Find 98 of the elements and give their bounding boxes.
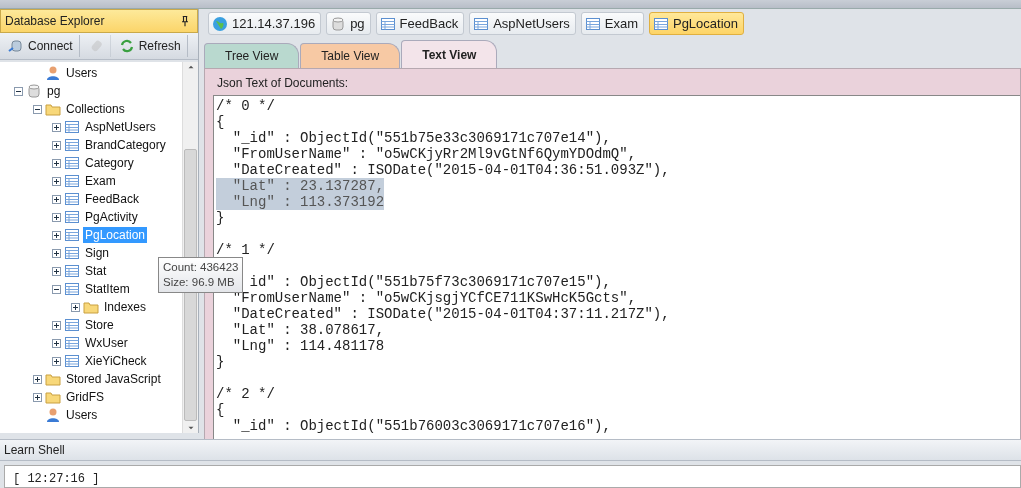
panel-label: Json Text of Documents: xyxy=(216,75,350,92)
tree-item[interactable]: pg xyxy=(45,83,63,99)
tree-item[interactable]: Users xyxy=(64,407,100,423)
folder-icon xyxy=(83,299,99,315)
expand-icon[interactable] xyxy=(52,194,61,204)
database-icon xyxy=(26,83,42,99)
expand-icon[interactable] xyxy=(33,392,42,402)
breadcrumb-button[interactable]: Exam xyxy=(580,12,644,35)
expand-icon[interactable] xyxy=(52,338,61,348)
tree-item[interactable]: Category xyxy=(83,155,136,171)
expand-icon[interactable] xyxy=(52,176,61,186)
expand-icon[interactable] xyxy=(52,320,61,330)
view-tab[interactable]: Text View xyxy=(401,40,498,68)
tree-item[interactable]: Stored JavaScript xyxy=(64,371,163,387)
code-line: /* 0 */ xyxy=(216,98,275,114)
code-line: /* 2 */ xyxy=(216,386,275,402)
expand-icon[interactable] xyxy=(52,212,61,222)
table-icon xyxy=(473,15,490,32)
table-icon xyxy=(64,353,80,369)
code-line: "Lng" : 114.481178 xyxy=(231,338,385,354)
tree-item[interactable]: WxUser xyxy=(83,335,130,351)
code-line: } xyxy=(216,210,225,226)
code-line: "Lat" : 38.078617, xyxy=(231,322,385,338)
code-line: "FromUserName" : "o5wCKjsgjYCfCE711KSwHcK5Gcts", xyxy=(231,290,637,306)
breadcrumb-button[interactable]: pg xyxy=(326,12,371,35)
expand-icon[interactable] xyxy=(52,122,61,132)
folder-icon xyxy=(45,371,61,387)
tree-item[interactable]: FeedBack xyxy=(83,191,142,207)
expand-icon[interactable] xyxy=(52,158,61,168)
refresh-icon xyxy=(118,38,135,54)
database-icon xyxy=(330,15,347,32)
tree-item[interactable]: AspNetUsers xyxy=(83,119,158,135)
globe-icon xyxy=(212,15,228,32)
table-icon xyxy=(64,335,80,351)
tooltip-text: Count: 436423 xyxy=(163,260,239,275)
expand-icon[interactable] xyxy=(52,266,61,276)
table-icon xyxy=(64,263,80,279)
table-icon xyxy=(64,191,80,207)
table-icon xyxy=(652,15,669,32)
tree-item[interactable]: Store xyxy=(83,317,116,333)
tree-item[interactable]: Users xyxy=(64,65,100,81)
view-tab[interactable]: Tree View xyxy=(204,43,300,68)
expand-icon[interactable] xyxy=(52,248,61,258)
tree-item[interactable]: Sign xyxy=(83,245,112,261)
code-line: "FromUserName" : "o5wCKjyRr2Ml9vGtNf6QymYDOdmQ", xyxy=(231,146,637,162)
pin-icon xyxy=(179,15,191,27)
table-icon xyxy=(64,209,80,225)
breadcrumb-button[interactable]: PgLocation xyxy=(648,12,745,35)
code-line: "_id" : ObjectId("551b76003c3069171c707e16"), xyxy=(231,418,611,434)
code-line: id" : ObjectId("551b75f73c3069171c707e15"), xyxy=(249,274,611,290)
view-tab[interactable]: Table View xyxy=(300,43,401,68)
tree-item[interactable]: GridFS xyxy=(64,389,106,405)
table-icon xyxy=(64,281,80,297)
table-icon xyxy=(64,317,80,333)
tree-item[interactable]: PgActivity xyxy=(83,209,140,225)
table-icon xyxy=(64,155,80,171)
connect-button[interactable]: Connect xyxy=(2,35,80,57)
user-icon xyxy=(45,407,61,423)
code-line: /* 1 */ xyxy=(216,242,275,258)
expand-icon[interactable] xyxy=(52,356,61,366)
tree-item[interactable]: Collections xyxy=(64,101,127,117)
table-icon xyxy=(64,119,80,135)
breadcrumb-button[interactable]: FeedBack xyxy=(375,12,465,35)
folder-icon xyxy=(45,101,61,117)
tree-item[interactable]: XieYiCheck xyxy=(83,353,149,369)
expand-icon[interactable] xyxy=(71,302,80,312)
code-line: "DateCreated" : ISODate("2015-04-01T04:36:51.093Z"), xyxy=(231,162,670,178)
code-line: "DateCreated" : ISODate("2015-04-01T04:37:11.217Z"), xyxy=(231,306,670,322)
expand-icon[interactable] xyxy=(33,374,42,384)
expand-icon[interactable] xyxy=(52,140,61,150)
tree-item[interactable]: BrandCategory xyxy=(83,137,168,153)
table-icon xyxy=(64,227,80,243)
code-line: } xyxy=(216,354,225,370)
code-line: { xyxy=(216,402,225,418)
collapse-icon[interactable] xyxy=(14,86,23,96)
code-line: { xyxy=(216,114,225,130)
user-icon xyxy=(45,65,61,81)
tree-item[interactable]: Indexes xyxy=(102,299,149,315)
collapse-icon[interactable] xyxy=(52,284,61,294)
code-line: "_id" : ObjectId("551b75e33c3069171c707e14"), xyxy=(231,130,611,146)
expand-icon[interactable] xyxy=(52,230,61,240)
table-icon xyxy=(584,15,601,32)
panel-title: Database Explorer xyxy=(5,14,105,28)
tree-item[interactable]: Exam xyxy=(83,173,118,189)
breadcrumb-button[interactable]: AspNetUsers xyxy=(469,12,576,35)
tree-item[interactable]: StatItem xyxy=(83,281,132,297)
table-icon xyxy=(64,173,80,189)
folder-icon xyxy=(45,389,61,405)
tooltip-text: Size: 96.9 MB xyxy=(163,275,236,290)
refresh-button[interactable]: Refresh xyxy=(112,35,188,57)
table-icon xyxy=(64,245,80,261)
collapse-icon[interactable] xyxy=(33,104,42,114)
tree-item[interactable]: Stat xyxy=(83,263,109,279)
table-icon xyxy=(64,137,80,153)
table-icon xyxy=(379,15,396,32)
shell-title: Learn Shell xyxy=(4,443,65,457)
shell-output: [ 12:27:16 ] xyxy=(13,472,100,486)
breadcrumb-button[interactable]: 121.14.37.196 xyxy=(208,12,322,35)
